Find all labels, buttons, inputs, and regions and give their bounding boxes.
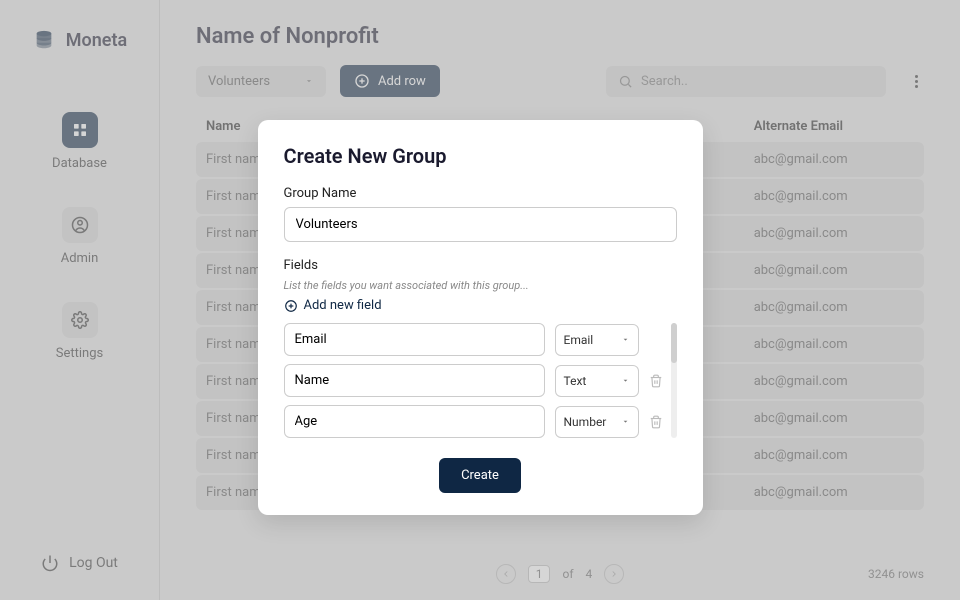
field-type-select[interactable]: Number	[555, 406, 639, 438]
chevron-down-icon	[621, 417, 630, 426]
add-new-field-button[interactable]: Add new field	[284, 298, 677, 313]
fields-sublabel: List the fields you want associated with…	[284, 279, 677, 292]
create-group-modal: Create New Group Group Name Fields List …	[258, 120, 703, 515]
plus-circle-icon	[284, 299, 298, 313]
fields-scrollbar[interactable]	[671, 323, 677, 438]
field-type-value: Text	[564, 374, 587, 388]
modal-overlay[interactable]: Create New Group Group Name Fields List …	[0, 0, 960, 600]
field-type-select[interactable]: Text	[555, 365, 639, 397]
field-name-input[interactable]	[284, 405, 545, 438]
field-row: Number	[284, 405, 663, 438]
chevron-down-icon	[621, 335, 630, 344]
trash-icon[interactable]	[649, 415, 663, 429]
create-button[interactable]: Create	[439, 458, 521, 493]
field-row: Text	[284, 364, 663, 397]
group-name-input[interactable]	[284, 207, 677, 242]
modal-title: Create New Group	[284, 144, 677, 168]
field-name-input[interactable]	[284, 364, 545, 397]
fields-label: Fields	[284, 258, 677, 273]
add-new-field-label: Add new field	[304, 298, 382, 313]
field-type-value: Email	[564, 333, 594, 347]
field-row: Email	[284, 323, 663, 356]
field-type-value: Number	[564, 415, 607, 429]
chevron-down-icon	[621, 376, 630, 385]
trash-icon[interactable]	[649, 374, 663, 388]
field-type-select[interactable]: Email	[555, 324, 639, 356]
group-name-label: Group Name	[284, 186, 677, 201]
field-name-input[interactable]	[284, 323, 545, 356]
